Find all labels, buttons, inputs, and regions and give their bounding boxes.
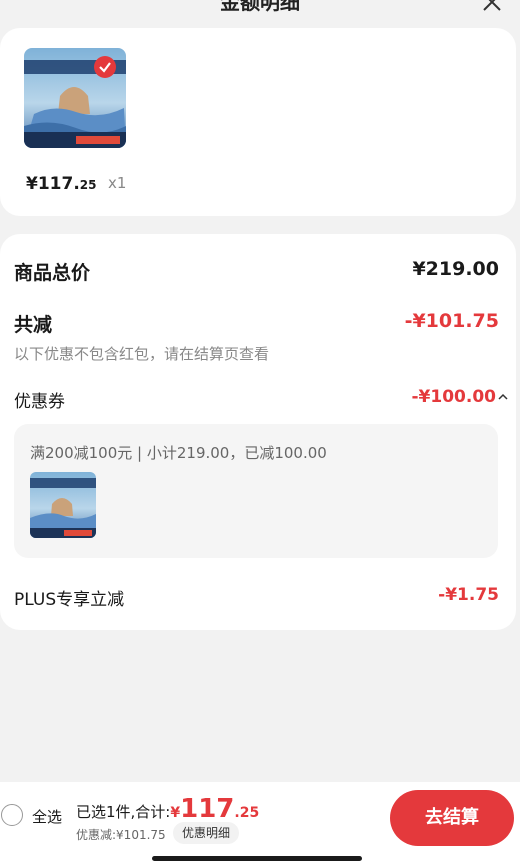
product-card: ¥117.25 x1 [0, 28, 516, 216]
plus-discount-label: PLUS专享立减 [14, 590, 125, 610]
total-reduce-value: -¥101.75 [404, 310, 499, 332]
chevron-up-icon[interactable] [496, 390, 510, 404]
close-icon[interactable] [480, 0, 504, 14]
coupon-description: 满200减100元 | 小计219.00，已减100.00 [30, 444, 327, 462]
selected-check-icon[interactable] [94, 56, 116, 78]
discount-note: 以下优惠不包含红包，请在结算页查看 [14, 345, 270, 363]
item-price-main: ¥117. [26, 174, 80, 194]
page-title: 金额明细 [220, 0, 300, 14]
selected-total: 已选1件,合计:¥117.25 [76, 794, 259, 824]
home-indicator [152, 856, 362, 861]
discount-detail-button[interactable]: 优惠明细 [173, 822, 240, 844]
coupon-product-thumbnail [30, 472, 96, 538]
item-price-cents: 25 [79, 178, 97, 192]
item-quantity: x1 [108, 174, 127, 192]
total-reduce-label: 共减 [14, 314, 53, 336]
coupon-detail-box: 满200减100元 | 小计219.00，已减100.00 [14, 424, 498, 558]
total-price-label: 商品总价 [14, 262, 91, 284]
select-all-radio[interactable] [1, 804, 23, 826]
coupon-value[interactable]: -¥100.00 [412, 387, 497, 407]
selected-count-text: 已选1件,合计: [76, 803, 171, 821]
total-amount: ¥117.25 [170, 794, 260, 824]
coupon-label: 优惠券 [14, 392, 65, 412]
header: 金额明细 [0, 0, 520, 20]
bottom-checkout-bar: 全选 已选1件,合计:¥117.25 优惠减:¥101.75 优惠明细 去结算 [0, 782, 520, 864]
select-all-label[interactable]: 全选 [32, 806, 62, 827]
total-price-value: ¥219.00 [412, 258, 499, 280]
checkout-button[interactable]: 去结算 [390, 790, 514, 846]
discount-summary: 优惠减:¥101.75 [76, 828, 166, 842]
item-price: ¥117.25 [26, 174, 96, 194]
plus-discount-value: -¥1.75 [438, 585, 499, 605]
